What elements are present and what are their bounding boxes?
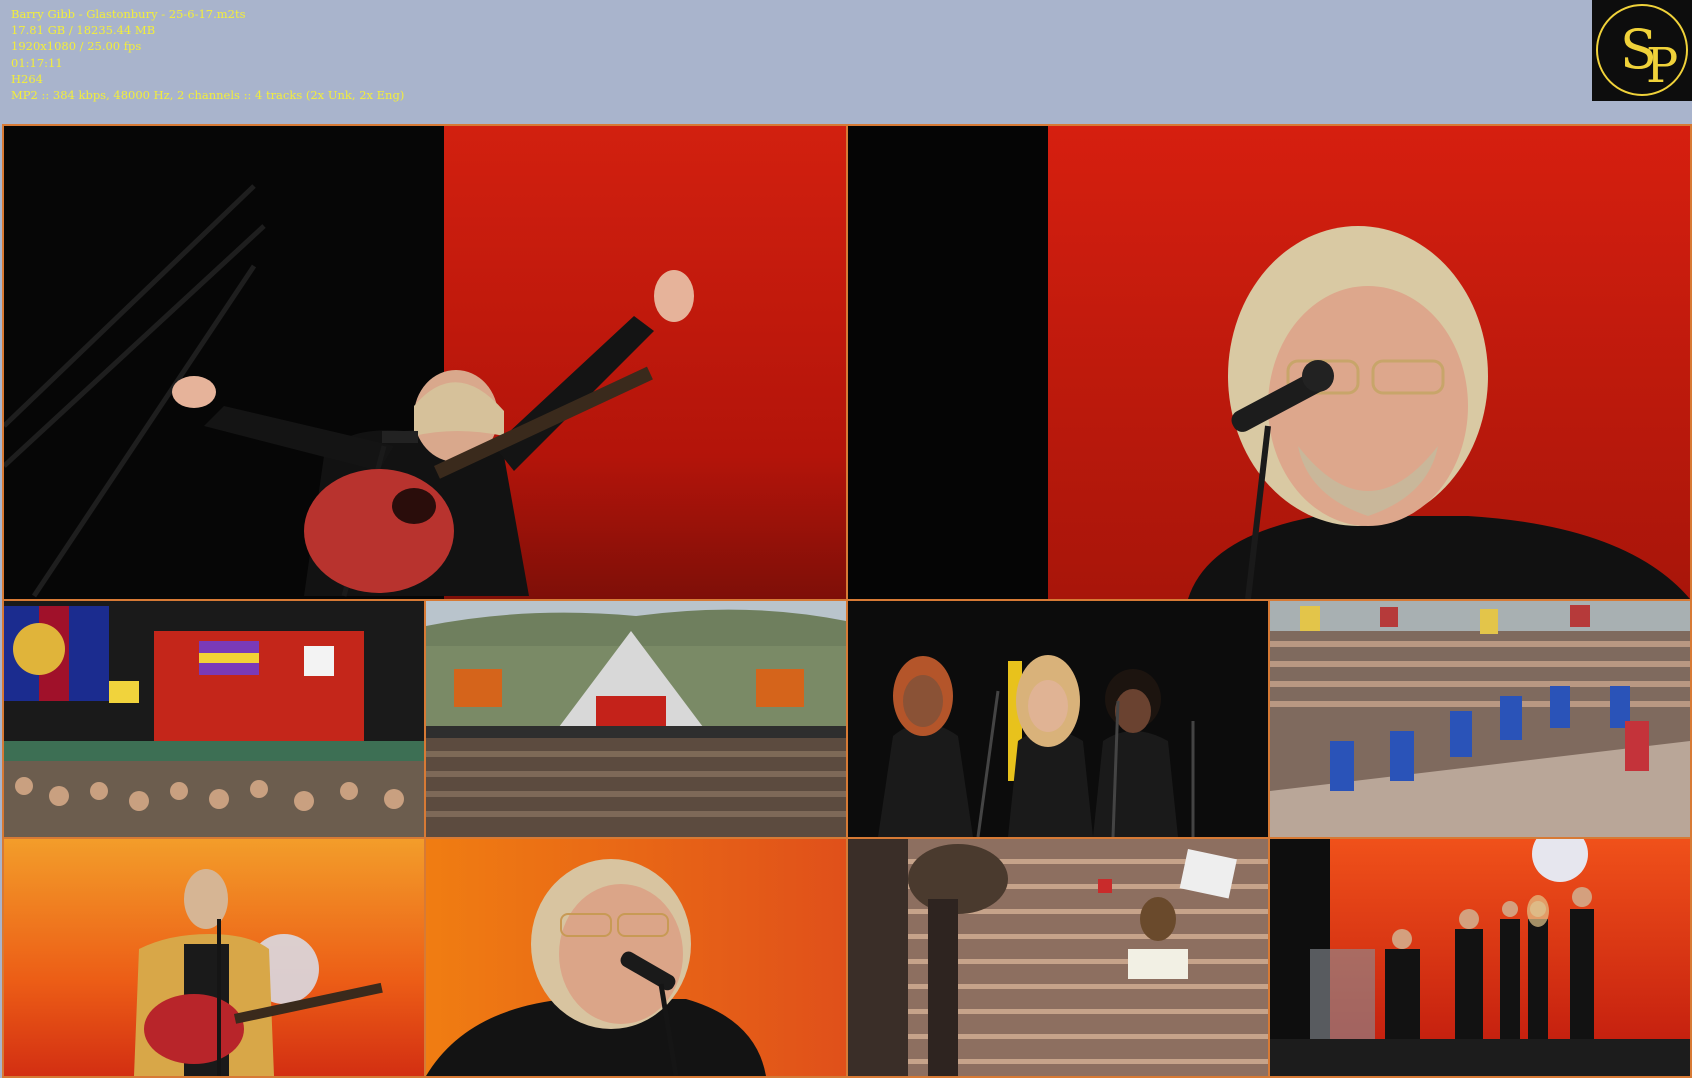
- thumbnail-singer-arms-raised: [4, 126, 846, 599]
- logo-letter-p: P: [1646, 38, 1678, 94]
- thumbnail-backing-singers: [848, 601, 1268, 837]
- video-codec: H264: [11, 71, 43, 86]
- thumbnail-singer-closeup-sunset: [426, 839, 846, 1076]
- thumbnail-crowd-with-signs: [848, 839, 1268, 1076]
- file-size: 17.81 GB / 18235.44 MB: [11, 23, 156, 38]
- thumbnail-band-on-stage: [1270, 839, 1690, 1076]
- file-info: Barry Gibb - Glastonbury - 25-6-17.m2ts …: [11, 6, 404, 103]
- sp-logo: S P: [1592, 0, 1692, 101]
- thumbnail-pyramid-stage: [426, 601, 846, 837]
- file-name: Barry Gibb - Glastonbury - 25-6-17.m2ts: [11, 7, 246, 21]
- thumbnail-crowd-and-stewards: [1270, 601, 1690, 837]
- thumbnail-grid: [2, 124, 1692, 1078]
- video-resolution: 1920x1080 / 25.00 fps: [11, 39, 142, 54]
- thumbnail-singer-closeup: [848, 126, 1690, 599]
- video-duration: 01:17:11: [11, 55, 63, 70]
- thumbnail-singer-gold-jacket: [4, 839, 424, 1076]
- audio-info: MP2 :: 384 kbps, 48000 Hz, 2 channels ::…: [11, 88, 405, 103]
- thumbnail-crowd-with-flags: [4, 601, 424, 837]
